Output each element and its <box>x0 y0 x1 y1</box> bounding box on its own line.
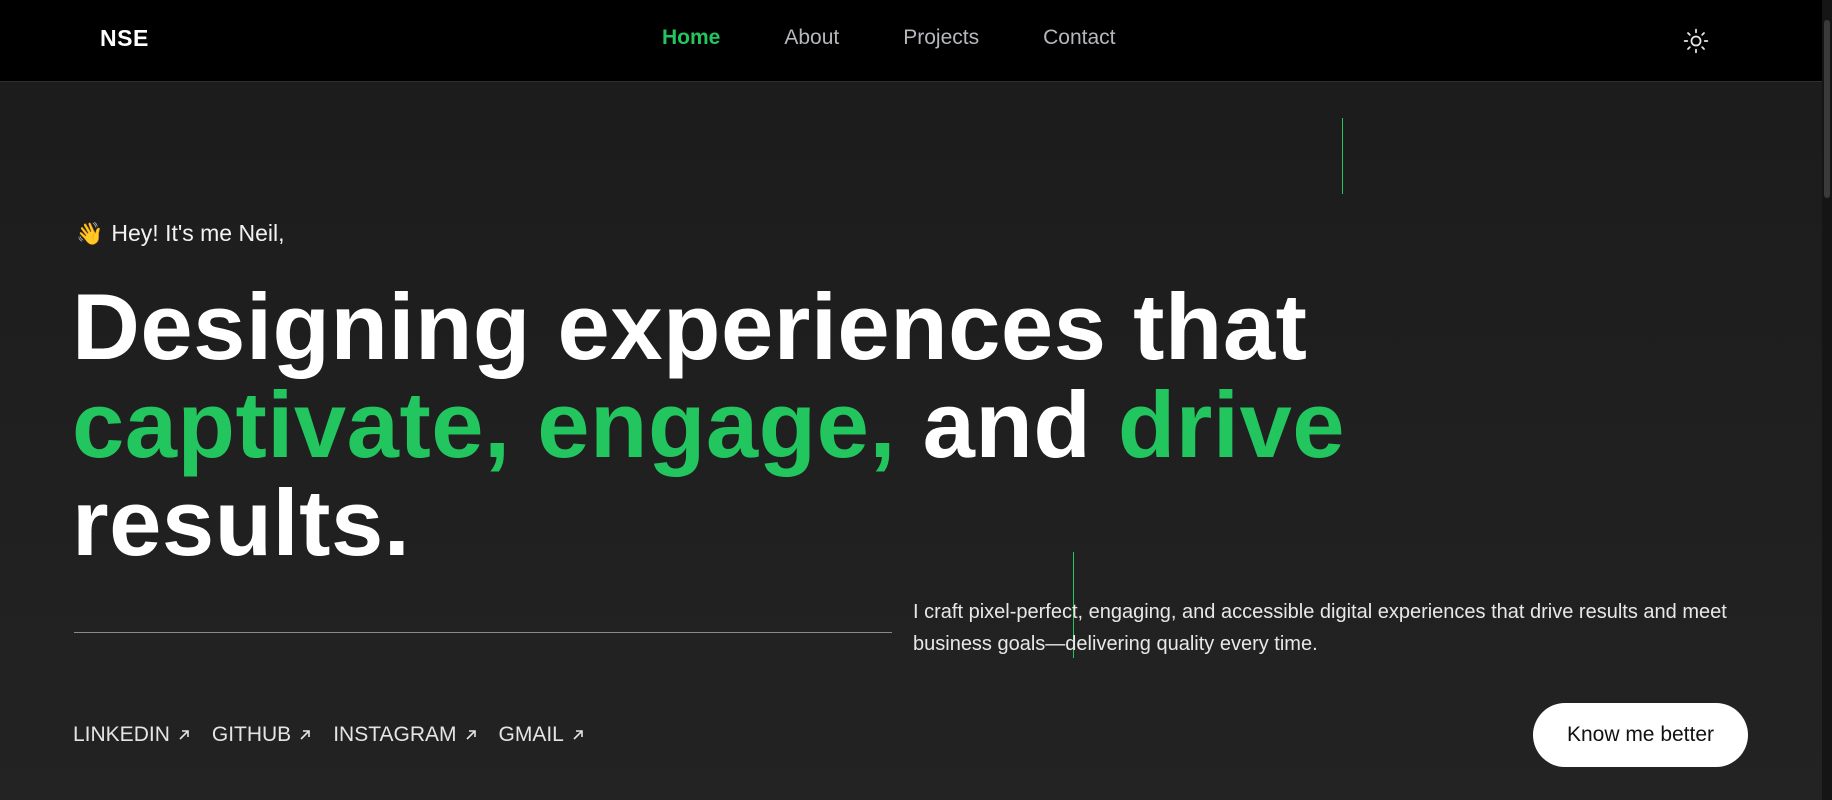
navbar: NSE Home About Projects Contact <box>0 0 1822 82</box>
headline-word: and <box>922 372 1092 477</box>
social-link-label: GITHUB <box>211 723 292 746</box>
headline-line-1: Designing experiences that <box>72 278 1402 376</box>
nav-link-projects[interactable]: Projects <box>903 26 979 50</box>
nav-link-home[interactable]: Home <box>662 26 720 50</box>
hero-description: I craft pixel-perfect, engaging, and acc… <box>913 601 1727 655</box>
arrow-up-right-icon <box>465 729 477 741</box>
social-link-github[interactable]: GITHUB <box>212 723 311 747</box>
nav-links: Home About Projects Contact <box>662 26 1179 50</box>
social-link-linkedin[interactable]: LINKEDIN <box>73 723 190 747</box>
hero-headline: Designing experiences that captivate, en… <box>72 278 1402 572</box>
greeting: 👋 Hey! It's me Neil, <box>76 220 285 247</box>
arrow-up-right-icon <box>178 729 190 741</box>
waving-hand-icon: 👋 <box>76 220 104 246</box>
brand-logo[interactable]: NSE <box>100 25 149 52</box>
theme-toggle-button[interactable] <box>1680 25 1712 57</box>
scrollbar-thumb[interactable] <box>1824 20 1830 198</box>
greeting-text: Hey! It's me Neil, <box>111 220 285 246</box>
headline-highlight: drive <box>1117 372 1346 477</box>
social-link-label: LINKEDIN <box>73 723 170 746</box>
sun-icon <box>1683 28 1709 54</box>
social-link-label: GMAIL <box>498 723 564 746</box>
headline-highlight: captivate, <box>72 372 511 477</box>
headline-highlight: engage, <box>537 372 896 477</box>
headline-line-2: captivate, engage, and drive <box>72 376 1402 474</box>
social-link-instagram[interactable]: INSTAGRAM <box>333 723 476 747</box>
social-link-gmail[interactable]: GMAIL <box>499 723 584 747</box>
headline-word: Designing <box>72 274 531 379</box>
headline-word: results. <box>72 470 411 575</box>
know-me-better-button[interactable]: Know me better <box>1533 703 1748 767</box>
page: NSE Home About Projects Contact 👋 Hey! I… <box>0 0 1832 800</box>
headline-word: that <box>1133 274 1308 379</box>
social-link-label: INSTAGRAM <box>333 723 457 746</box>
social-links: LINKEDIN GITHUB INSTAGRAM GMAIL <box>73 723 606 747</box>
headline-word: experiences <box>557 274 1107 379</box>
nav-link-about[interactable]: About <box>784 26 839 50</box>
divider <box>74 632 892 633</box>
nav-link-contact[interactable]: Contact <box>1043 26 1115 50</box>
arrow-up-right-icon <box>572 729 584 741</box>
decorative-line <box>1342 118 1343 194</box>
arrow-up-right-icon <box>299 729 311 741</box>
headline-line-3: results. <box>72 474 1402 572</box>
